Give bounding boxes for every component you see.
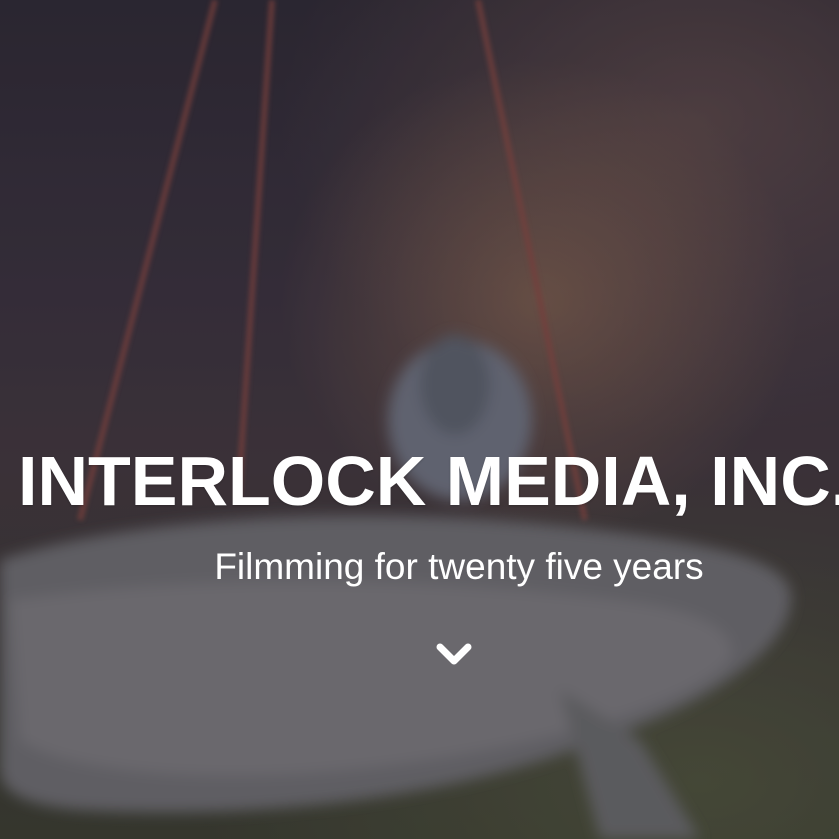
- hero-title: INTERLOCK MEDIA, INC.: [18, 442, 839, 520]
- chevron-down-icon: [436, 643, 472, 665]
- scroll-down-button[interactable]: [434, 638, 474, 672]
- hero-subtitle: Filmming for twenty five years: [214, 546, 704, 587]
- hero-section: INTERLOCK MEDIA, INC. Filmming for twent…: [0, 0, 839, 839]
- hero-overlay: [0, 0, 839, 839]
